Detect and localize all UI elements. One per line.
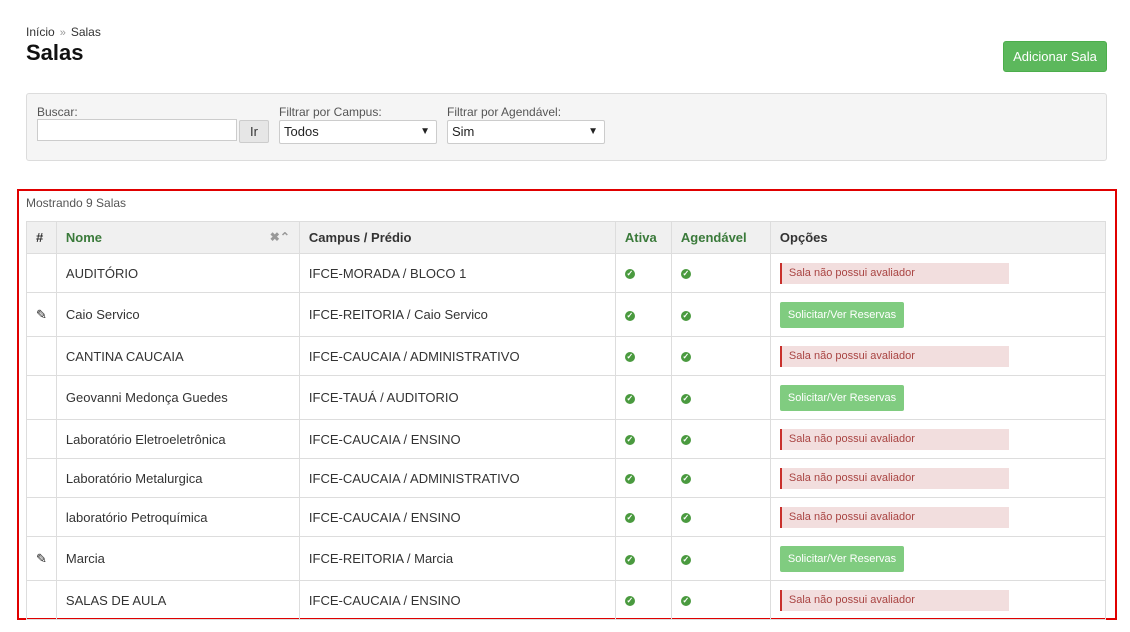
no-evaluator-alert: Sala não possui avaliador (779, 345, 1009, 367)
campus-filter-value: Todos (284, 124, 319, 139)
edit-icon[interactable]: ✎ (36, 307, 47, 322)
sort-controls[interactable]: ✖⌃ (270, 230, 290, 244)
schedulable-check-icon: ✓ (680, 596, 691, 607)
no-evaluator-alert: Sala não possui avaliador (779, 428, 1009, 450)
row-edit-cell (26, 336, 57, 376)
caret-down-icon: ▼ (420, 126, 430, 137)
campus-filter-select[interactable]: Todos ▼ (279, 120, 437, 144)
schedulable-check-icon: ✓ (680, 474, 691, 485)
room-campus: IFCE-CAUCAIA / ADMINISTRATIVO (298, 336, 616, 376)
results-count: Mostrando 9 Salas (26, 196, 127, 210)
breadcrumb-current: Salas (70, 25, 101, 39)
clear-sort-icon[interactable]: ✖ (270, 230, 280, 244)
active-check-icon: ✓ (624, 513, 635, 524)
col-number: # (26, 221, 57, 254)
table-row: SALAS DE AULA IFCE-CAUCAIA / ENSINO ✓ ✓ … (26, 580, 1107, 620)
search-go-button[interactable]: Ir (239, 120, 269, 143)
table-header-row: # Nome ✖⌃ Campus / Prédio Ativa Agendáve… (26, 221, 1107, 254)
breadcrumb: Início » Salas (26, 25, 101, 39)
room-name: SALAS DE AULA (55, 580, 300, 620)
table-row: Geovanni Medonça Guedes IFCE-TAUÁ / AUDI… (26, 375, 1107, 420)
row-edit-cell (26, 458, 57, 498)
campus-filter-label: Filtrar por Campus: (279, 105, 382, 119)
table-row: ✎ Caio Servico IFCE-REITORIA / Caio Serv… (26, 292, 1107, 337)
col-name[interactable]: Nome ✖⌃ (55, 221, 300, 254)
no-evaluator-alert: Sala não possui avaliador (779, 589, 1009, 611)
row-edit-cell (26, 419, 57, 459)
table-row: ✎ Marcia IFCE-REITORIA / Marcia ✓ ✓ Soli… (26, 536, 1107, 581)
schedulable-filter-value: Sim (452, 124, 475, 139)
room-name: Laboratório Metalurgica (55, 458, 300, 498)
room-name: AUDITÓRIO (55, 253, 300, 293)
row-edit-cell (26, 580, 57, 620)
schedulable-filter-select[interactable]: Sim ▼ (447, 120, 605, 144)
search-input[interactable] (37, 119, 237, 141)
request-reservations-button[interactable]: Solicitar/Ver Reservas (779, 301, 905, 328)
room-campus: IFCE-CAUCAIA / ENSINO (298, 580, 616, 620)
no-evaluator-alert: Sala não possui avaliador (779, 467, 1009, 489)
room-campus: IFCE-REITORIA / Marcia (298, 536, 616, 581)
room-name: Laboratório Eletroeletrônica (55, 419, 300, 459)
col-name-label: Nome (65, 230, 103, 245)
no-evaluator-alert: Sala não possui avaliador (779, 506, 1009, 528)
edit-icon[interactable]: ✎ (36, 551, 47, 566)
table-row: Laboratório Eletroeletrônica IFCE-CAUCAI… (26, 419, 1107, 459)
col-campus: Campus / Prédio (298, 221, 616, 254)
schedulable-check-icon: ✓ (680, 352, 691, 363)
table-row: AUDITÓRIO IFCE-MORADA / BLOCO 1 ✓ ✓ Sala… (26, 253, 1107, 293)
sort-up-icon[interactable]: ⌃ (280, 230, 290, 244)
row-edit-cell (26, 497, 57, 537)
room-campus: IFCE-CAUCAIA / ADMINISTRATIVO (298, 458, 616, 498)
breadcrumb-separator: » (59, 27, 66, 39)
room-name: Geovanni Medonça Guedes (55, 375, 300, 420)
page-title: Salas (26, 40, 84, 65)
active-check-icon: ✓ (624, 474, 635, 485)
room-campus: IFCE-REITORIA / Caio Servico (298, 292, 616, 337)
room-name: CANTINA CAUCAIA (55, 336, 300, 376)
rooms-table: # Nome ✖⌃ Campus / Prédio Ativa Agendáve… (26, 221, 1107, 620)
schedulable-check-icon: ✓ (680, 435, 691, 446)
add-room-button[interactable]: Adicionar Sala (1003, 41, 1107, 72)
active-check-icon: ✓ (624, 435, 635, 446)
active-check-icon: ✓ (624, 310, 635, 321)
active-check-icon: ✓ (624, 269, 635, 280)
schedulable-check-icon: ✓ (680, 554, 691, 565)
room-name: laboratório Petroquímica (55, 497, 300, 537)
room-campus: IFCE-MORADA / BLOCO 1 (298, 253, 616, 293)
col-options: Opções (769, 221, 1107, 254)
col-active[interactable]: Ativa (614, 221, 672, 254)
schedulable-filter-label: Filtrar por Agendável: (447, 105, 562, 119)
active-check-icon: ✓ (624, 554, 635, 565)
row-edit-cell (26, 375, 57, 420)
no-evaluator-alert: Sala não possui avaliador (779, 262, 1009, 284)
schedulable-check-icon: ✓ (680, 310, 691, 321)
table-row: CANTINA CAUCAIA IFCE-CAUCAIA / ADMINISTR… (26, 336, 1107, 376)
search-label: Buscar: (37, 105, 78, 119)
room-campus: IFCE-CAUCAIA / ENSINO (298, 419, 616, 459)
caret-down-icon: ▼ (588, 126, 598, 137)
request-reservations-button[interactable]: Solicitar/Ver Reservas (779, 384, 905, 411)
breadcrumb-home-link[interactable]: Início (26, 25, 55, 39)
active-check-icon: ✓ (624, 393, 635, 404)
col-schedulable[interactable]: Agendável (670, 221, 771, 254)
table-row: Laboratório Metalurgica IFCE-CAUCAIA / A… (26, 458, 1107, 498)
row-edit-cell (26, 253, 57, 293)
room-name: Caio Servico (55, 292, 300, 337)
table-row: laboratório Petroquímica IFCE-CAUCAIA / … (26, 497, 1107, 537)
schedulable-check-icon: ✓ (680, 269, 691, 280)
active-check-icon: ✓ (624, 352, 635, 363)
room-campus: IFCE-TAUÁ / AUDITORIO (298, 375, 616, 420)
request-reservations-button[interactable]: Solicitar/Ver Reservas (779, 545, 905, 572)
filter-panel: Buscar: Ir Filtrar por Campus: Todos ▼ F… (26, 93, 1107, 161)
active-check-icon: ✓ (624, 596, 635, 607)
schedulable-check-icon: ✓ (680, 393, 691, 404)
room-campus: IFCE-CAUCAIA / ENSINO (298, 497, 616, 537)
schedulable-check-icon: ✓ (680, 513, 691, 524)
room-name: Marcia (55, 536, 300, 581)
